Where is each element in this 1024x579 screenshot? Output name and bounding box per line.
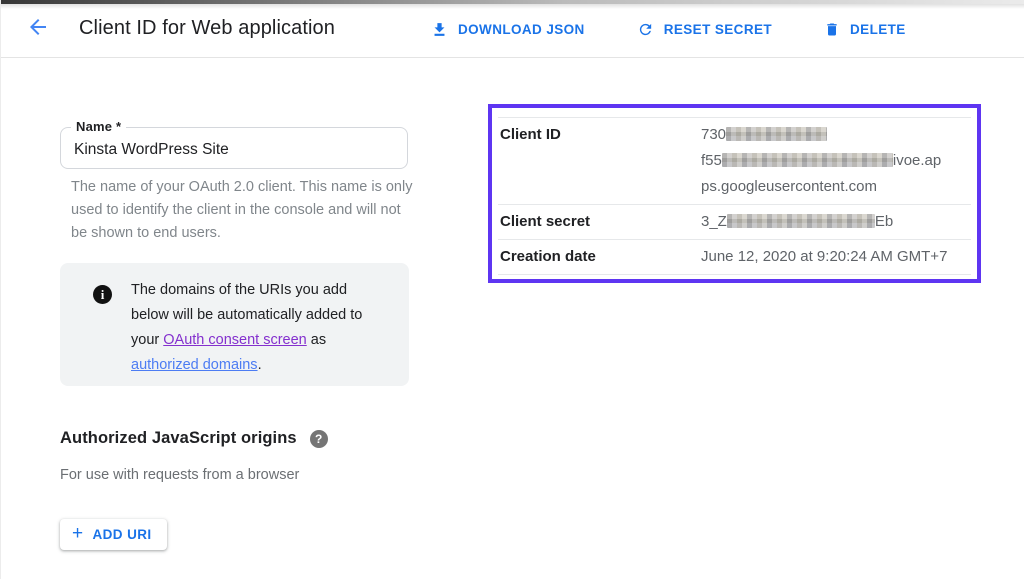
- download-json-label: DOWNLOAD JSON: [458, 22, 585, 37]
- client-id-value: 730 f55ivoe.ap ps.googleusercontent.com: [701, 122, 941, 200]
- authorized-domains-link[interactable]: authorized domains: [131, 357, 258, 373]
- creation-date-value: June 12, 2020 at 9:20:24 AM GMT+7: [701, 244, 947, 270]
- authorized-origins-section: Authorized JavaScript origins ?: [60, 429, 328, 448]
- info-icon: i: [93, 285, 112, 304]
- client-id-line-1: 730: [701, 122, 941, 148]
- info-note-card: i The domains of the URIs you add below …: [60, 263, 409, 386]
- info-text-after: .: [258, 357, 262, 373]
- authorized-origins-heading: Authorized JavaScript origins: [60, 429, 297, 448]
- client-id-line-2: f55ivoe.ap: [701, 148, 941, 174]
- info-note-text: The domains of the URIs you add below wi…: [131, 278, 375, 378]
- annotation-highlight-box: Client ID 730 f55ivoe.ap ps.googleuserco…: [488, 104, 981, 283]
- client-secret-row: Client secret 3_ZEb: [498, 204, 971, 239]
- redacted-pixelation: [726, 127, 827, 141]
- oauth-consent-screen-link[interactable]: OAuth consent screen: [163, 332, 306, 348]
- client-id-label: Client ID: [500, 122, 701, 200]
- reset-secret-button[interactable]: RESET SECRET: [637, 21, 772, 38]
- authorized-origins-subtext: For use with requests from a browser: [60, 467, 299, 483]
- creation-date-label: Creation date: [500, 244, 701, 270]
- back-button[interactable]: [25, 16, 51, 42]
- screenshot-top-shadow-fade: [1, 4, 1024, 9]
- redacted-pixelation: [722, 153, 893, 167]
- download-icon: [431, 21, 448, 38]
- add-uri-button[interactable]: + ADD URI: [60, 519, 167, 550]
- info-text-middle: as: [307, 332, 326, 348]
- reset-secret-label: RESET SECRET: [664, 22, 772, 37]
- download-json-button[interactable]: DOWNLOAD JSON: [431, 21, 585, 38]
- redacted-pixelation: [727, 214, 875, 228]
- client-id-line-3: ps.googleusercontent.com: [701, 174, 941, 200]
- client-secret-label: Client secret: [500, 209, 701, 235]
- name-help-text: The name of your OAuth 2.0 client. This …: [71, 176, 413, 245]
- creation-date-row: Creation date June 12, 2020 at 9:20:24 A…: [498, 239, 971, 275]
- delete-button[interactable]: DELETE: [824, 21, 906, 38]
- trash-icon: [824, 21, 840, 38]
- help-icon[interactable]: ?: [310, 430, 328, 448]
- plus-icon: +: [72, 524, 84, 543]
- arrow-left-icon: [26, 15, 50, 44]
- client-id-row: Client ID 730 f55ivoe.ap ps.googleuserco…: [498, 117, 971, 204]
- refresh-icon: [637, 21, 654, 38]
- name-field-label: Name *: [71, 119, 126, 134]
- client-secret-value: 3_ZEb: [701, 209, 893, 235]
- delete-label: DELETE: [850, 22, 906, 37]
- name-input[interactable]: [61, 128, 407, 168]
- add-uri-label: ADD URI: [93, 527, 152, 542]
- name-field: Name *: [60, 127, 408, 169]
- page-title: Client ID for Web application: [79, 17, 335, 40]
